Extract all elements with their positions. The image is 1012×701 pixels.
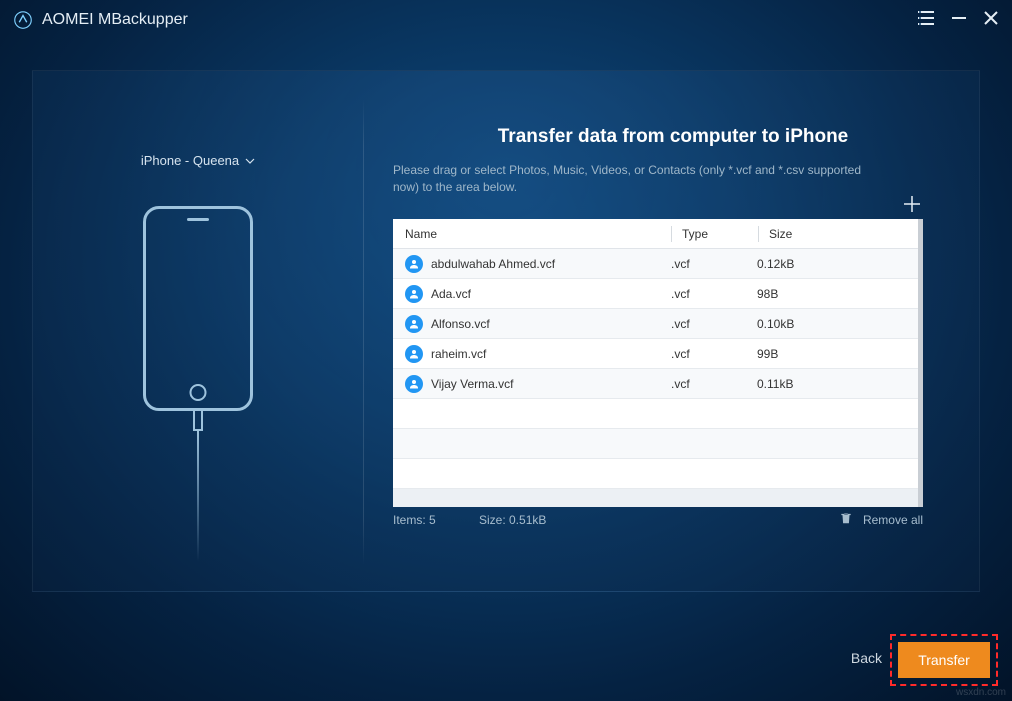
table-row-empty (393, 459, 923, 489)
file-name: Ada.vcf (431, 287, 471, 301)
remove-all-link[interactable]: Remove all (863, 513, 923, 527)
header-size[interactable]: Size (759, 227, 923, 241)
phone-illustration (143, 206, 253, 561)
status-bar: Items: 5 Size: 0.51kB Remove all (393, 511, 953, 528)
page-subtitle: Please drag or select Photos, Music, Vid… (393, 162, 863, 197)
file-size: 0.10kB (757, 317, 923, 331)
total-size: Size: 0.51kB (479, 513, 546, 527)
file-name: abdulwahab Ahmed.vcf (431, 257, 555, 271)
contact-icon (405, 255, 423, 273)
file-type: .vcf (671, 287, 757, 301)
items-count: Items: 5 (393, 513, 479, 527)
table-row[interactable]: Ada.vcf .vcf98B (393, 279, 923, 309)
transfer-highlight: Transfer (890, 634, 998, 686)
add-files-button[interactable] (899, 191, 925, 217)
device-label: iPhone - Queena (141, 153, 239, 168)
table-row[interactable]: Alfonso.vcf .vcf0.10kB (393, 309, 923, 339)
table-row[interactable]: raheim.vcf .vcf99B (393, 339, 923, 369)
watermark: wsxdn.com (956, 687, 1006, 698)
app-title: AOMEI MBackupper (42, 11, 188, 29)
title-bar: AOMEI MBackupper (0, 0, 1012, 40)
trash-icon[interactable] (839, 511, 853, 528)
table-row-empty (393, 399, 923, 429)
contact-icon (405, 285, 423, 303)
transfer-button[interactable]: Transfer (898, 642, 990, 678)
header-name[interactable]: Name (393, 227, 671, 241)
file-type: .vcf (671, 257, 757, 271)
app-logo-icon (14, 11, 32, 29)
file-size: 99B (757, 347, 923, 361)
table-row-empty (393, 429, 923, 459)
menu-icon[interactable] (918, 11, 934, 30)
close-icon[interactable] (984, 11, 998, 30)
file-size: 0.11kB (757, 377, 923, 391)
file-type: .vcf (671, 347, 757, 361)
contact-icon (405, 375, 423, 393)
page-title: Transfer data from computer to iPhone (393, 126, 953, 148)
table-header: Name Type Size (393, 219, 923, 249)
file-table: Name Type Size abdulwahab Ahmed.vcf.vcf0… (393, 219, 923, 507)
file-type: .vcf (671, 317, 757, 331)
table-scrollbar[interactable] (918, 219, 923, 507)
header-type[interactable]: Type (672, 227, 758, 241)
plus-icon (902, 194, 922, 214)
contact-icon (405, 315, 423, 333)
device-selector[interactable]: iPhone - Queena (141, 153, 255, 168)
chevron-down-icon (245, 158, 255, 164)
transfer-column: Transfer data from computer to iPhone Pl… (393, 71, 953, 197)
back-button[interactable]: Back (851, 650, 882, 666)
file-type: .vcf (671, 377, 757, 391)
file-name: raheim.vcf (431, 347, 486, 361)
vertical-divider (363, 99, 364, 565)
device-column: iPhone - Queena (33, 71, 363, 591)
contact-icon (405, 345, 423, 363)
file-name: Alfonso.vcf (431, 317, 490, 331)
file-size: 98B (757, 287, 923, 301)
file-name: Vijay Verma.vcf (431, 377, 513, 391)
minimize-icon[interactable] (952, 11, 966, 30)
table-row[interactable]: abdulwahab Ahmed.vcf .vcf0.12kB (393, 249, 923, 279)
table-row[interactable]: Vijay Verma.vcf .vcf0.11kB (393, 369, 923, 399)
file-size: 0.12kB (757, 257, 923, 271)
main-panel: iPhone - Queena Transfer data from compu… (32, 70, 980, 592)
